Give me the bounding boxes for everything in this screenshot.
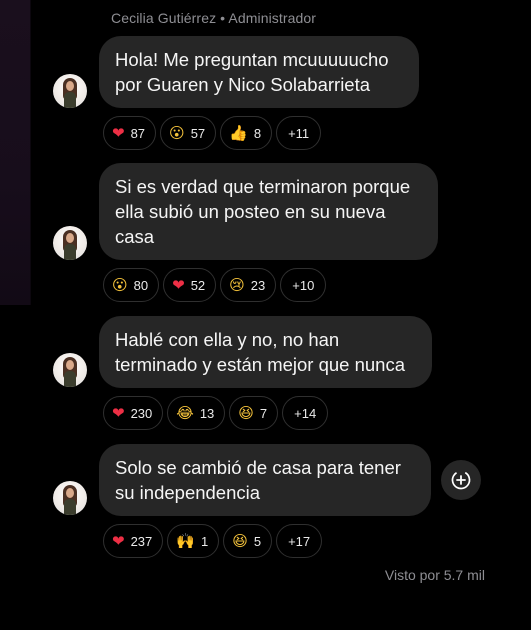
sender-name[interactable]: Cecilia Gutiérrez bbox=[111, 10, 216, 26]
reactions-bar: 😮 80 ❤ 52 😢 23 +10 bbox=[103, 268, 327, 302]
reaction-chip[interactable]: 😮 57 bbox=[160, 116, 217, 150]
grinning-squint-face-icon: 😆 bbox=[238, 404, 254, 422]
reaction-chip[interactable]: 😆 5 bbox=[223, 524, 273, 558]
avatar[interactable] bbox=[53, 74, 87, 108]
reaction-chip[interactable]: ❤ 230 bbox=[103, 396, 164, 430]
message-bubble[interactable]: Solo se cambió de casa para tener su ind… bbox=[99, 444, 431, 516]
message-line: ella subió un posteo en su nueva bbox=[115, 201, 386, 222]
divider bbox=[30, 0, 31, 305]
reaction-count: 237 bbox=[130, 533, 153, 549]
message-bubble[interactable]: Hola! Me preguntan mcuuuuucho por Guaren… bbox=[99, 36, 419, 108]
message-line: por Guaren y Nico Solabarrieta bbox=[115, 74, 371, 95]
reaction-chip[interactable]: 😮 80 bbox=[103, 268, 160, 302]
laughing-face-icon: 😂 bbox=[176, 404, 194, 422]
raised-hands-icon: 🙌 bbox=[176, 532, 195, 550]
reaction-chip[interactable]: ❤ 52 bbox=[163, 268, 217, 302]
heart-icon: ❤ bbox=[112, 404, 125, 422]
reaction-chip[interactable]: 👍 8 bbox=[220, 116, 273, 150]
reactions-bar: ❤ 237 🙌 1 😆 5 +17 bbox=[103, 524, 323, 558]
separator: • bbox=[216, 10, 229, 26]
avatar[interactable] bbox=[53, 481, 87, 515]
reaction-count: 57 bbox=[190, 125, 206, 141]
reaction-chip[interactable]: 😢 23 bbox=[220, 268, 277, 302]
message-line: Solo se cambió de casa para tener bbox=[115, 457, 401, 478]
crying-face-icon: 😢 bbox=[229, 276, 245, 294]
reactions-bar: ❤ 230 😂 13 😆 7 +14 bbox=[103, 396, 329, 430]
reaction-chip[interactable]: ❤ 87 bbox=[103, 116, 157, 150]
sender-header: Cecilia Gutiérrez • Administrador bbox=[111, 10, 316, 26]
more-reactions-chip[interactable]: +11 bbox=[276, 116, 322, 150]
reaction-chip[interactable]: 😆 7 bbox=[229, 396, 279, 430]
reaction-count: 7 bbox=[259, 405, 268, 421]
reaction-count: 230 bbox=[130, 405, 153, 421]
message-bubble[interactable]: Si es verdad que terminaron porque ella … bbox=[99, 163, 438, 260]
reaction-count: 5 bbox=[253, 533, 262, 549]
more-reactions-chip[interactable]: +17 bbox=[276, 524, 323, 558]
left-panel-edge bbox=[0, 0, 30, 305]
thumbs-up-icon: 👍 bbox=[229, 124, 248, 142]
reaction-chip[interactable]: 🙌 1 bbox=[167, 524, 220, 558]
reaction-count: 13 bbox=[199, 405, 215, 421]
reaction-count: 23 bbox=[250, 277, 266, 293]
sender-role: Administrador bbox=[228, 10, 317, 26]
reaction-count: 8 bbox=[253, 125, 262, 141]
reaction-count: 52 bbox=[190, 277, 206, 293]
avatar[interactable] bbox=[53, 353, 87, 387]
reaction-count: 87 bbox=[130, 125, 146, 141]
message-line: casa bbox=[115, 226, 155, 247]
heart-icon: ❤ bbox=[112, 532, 125, 550]
message-line: su independencia bbox=[115, 482, 261, 503]
surprised-face-icon: 😮 bbox=[169, 124, 185, 142]
message-line: Si es verdad que terminaron porque bbox=[115, 176, 411, 197]
heart-icon: ❤ bbox=[112, 124, 125, 142]
more-reactions-chip[interactable]: +14 bbox=[282, 396, 329, 430]
message-line: Hablé con ella y no, no han bbox=[115, 329, 340, 350]
surprised-face-icon: 😮 bbox=[112, 276, 128, 294]
reaction-chip[interactable]: 😂 13 bbox=[167, 396, 226, 430]
message-line: terminado y están mejor que nunca bbox=[115, 354, 406, 375]
grinning-squint-face-icon: 😆 bbox=[232, 532, 248, 550]
seen-count[interactable]: Visto por 5.7 mil bbox=[385, 567, 485, 583]
message-line: Hola! Me preguntan mcuuuuucho bbox=[115, 49, 389, 70]
heart-icon: ❤ bbox=[172, 276, 185, 294]
share-button[interactable] bbox=[441, 460, 481, 500]
add-circle-icon bbox=[451, 470, 471, 490]
reaction-count: 80 bbox=[133, 277, 149, 293]
reaction-count: 1 bbox=[200, 533, 209, 549]
reaction-chip[interactable]: ❤ 237 bbox=[103, 524, 164, 558]
more-reactions-chip[interactable]: +10 bbox=[280, 268, 327, 302]
reactions-bar: ❤ 87 😮 57 👍 8 +11 bbox=[103, 116, 322, 150]
avatar[interactable] bbox=[53, 226, 87, 260]
message-bubble[interactable]: Hablé con ella y no, no han terminado y … bbox=[99, 316, 432, 388]
